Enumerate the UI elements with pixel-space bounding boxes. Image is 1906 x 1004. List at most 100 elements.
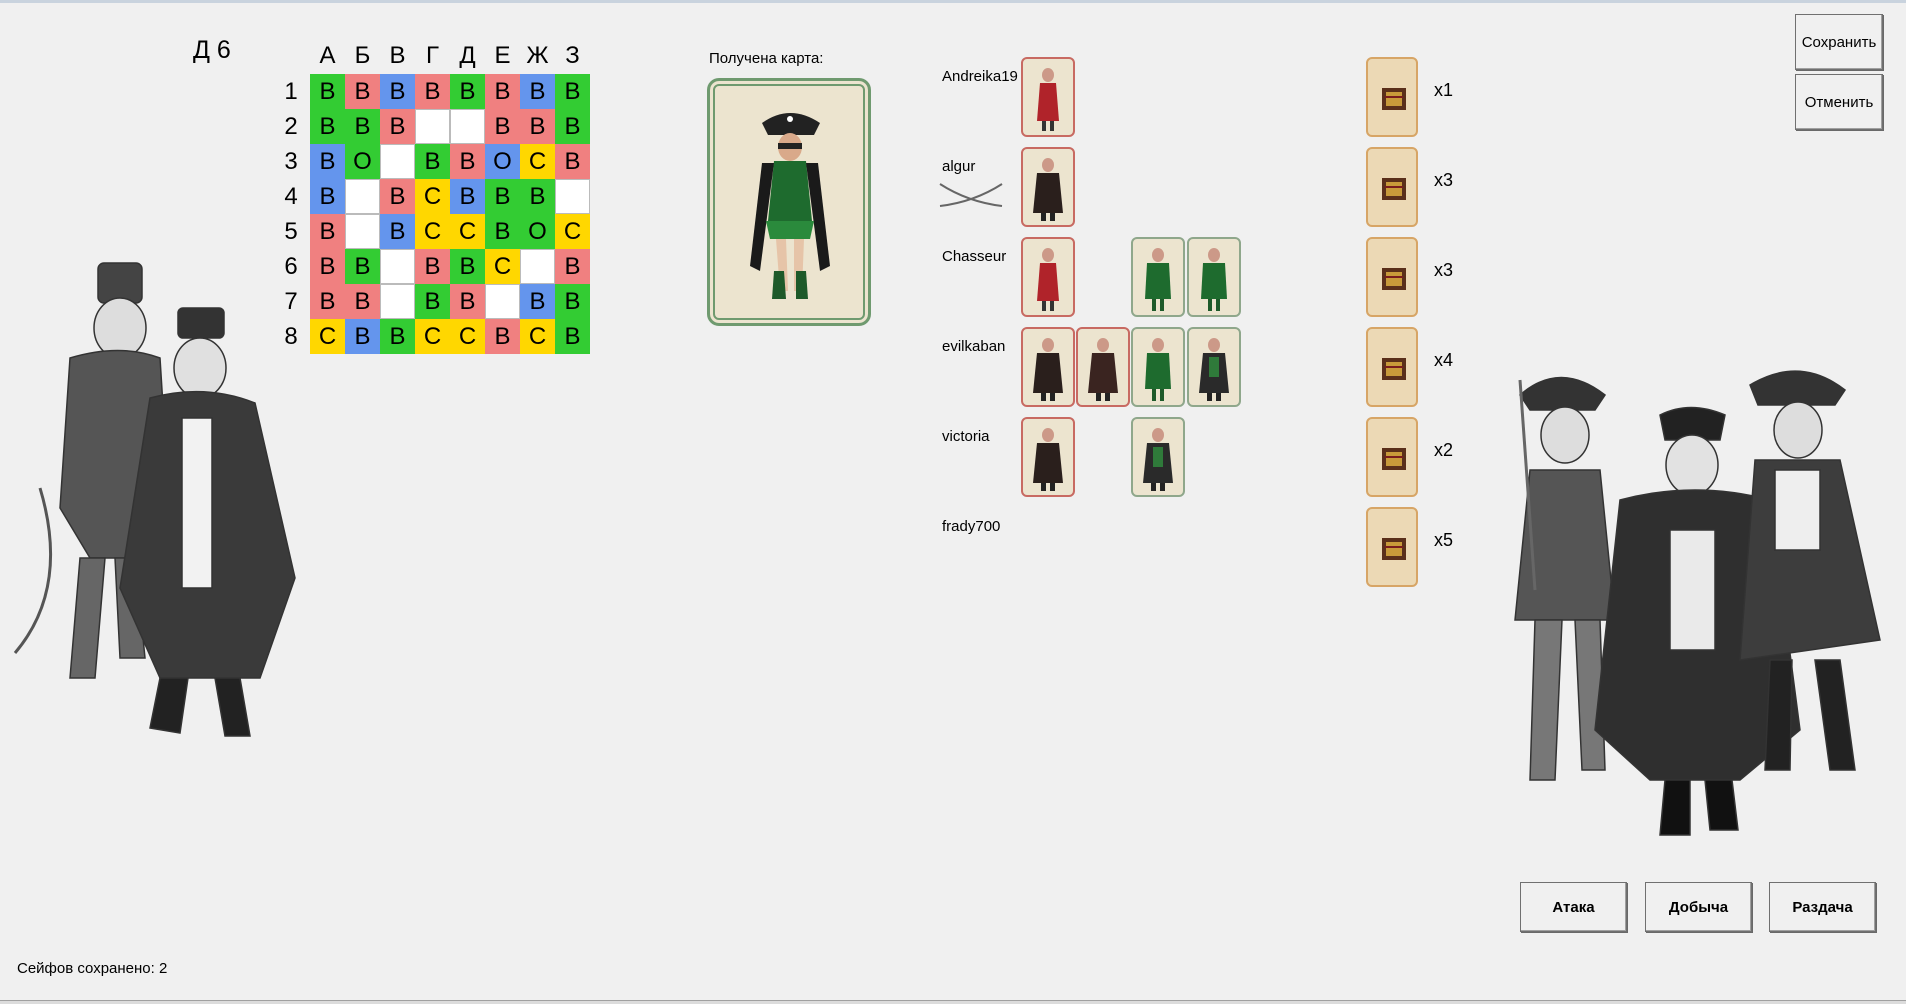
grid-cell[interactable]: С	[415, 179, 450, 214]
treasure-chest-card[interactable]	[1366, 147, 1418, 227]
grid-column-header: Д	[459, 42, 476, 69]
grid-cell[interactable]: С	[415, 214, 450, 249]
grid-cell[interactable]: В	[485, 179, 520, 214]
grid-cell[interactable]: В	[310, 249, 345, 284]
officers-illustration	[13, 262, 296, 737]
grid-cell[interactable]: В	[415, 74, 450, 109]
grid-cell[interactable]: В	[310, 284, 345, 319]
grid-cell[interactable]: В	[520, 109, 555, 144]
grid-cell[interactable]: В	[555, 74, 590, 109]
treasure-chest-card[interactable]	[1366, 57, 1418, 137]
grid-cell[interactable]	[380, 144, 415, 179]
grid-cell[interactable]: С	[520, 144, 555, 179]
save-button[interactable]: Сохранить	[1795, 14, 1883, 70]
treasure-chest-icon	[1382, 178, 1406, 200]
grid-cell[interactable]: В	[450, 144, 485, 179]
treasure-chest-icon	[1382, 448, 1406, 470]
grid-cell[interactable]: В	[555, 284, 590, 319]
chest-count: x1	[1434, 80, 1454, 100]
grid-cell[interactable]: В	[415, 144, 450, 179]
green-woman-card[interactable]	[1187, 237, 1241, 317]
grid-cell[interactable]: В	[310, 214, 345, 249]
grid-cell[interactable]: С	[415, 319, 450, 354]
dark-pirate-card[interactable]	[1021, 327, 1075, 407]
grid-cell[interactable]: В	[345, 319, 380, 354]
grid-cell[interactable]: В	[345, 249, 380, 284]
grid-cell[interactable]: В	[310, 109, 345, 144]
red-woman-card[interactable]	[1021, 57, 1075, 137]
grid-cell[interactable]: С	[520, 319, 555, 354]
grid-column-header: Е	[494, 42, 511, 69]
grid-cell[interactable]: В	[450, 284, 485, 319]
grid-column-header: В	[389, 42, 406, 69]
grid-cell[interactable]: О	[520, 214, 555, 249]
grid-cell[interactable]: В	[345, 74, 380, 109]
grid-cell[interactable]: В	[345, 284, 380, 319]
grid-cell[interactable]: С	[555, 214, 590, 249]
grid-cell[interactable]: В	[380, 214, 415, 249]
grid-cell[interactable]: О	[345, 144, 380, 179]
grid-cell[interactable]: С	[310, 319, 345, 354]
grid-cell[interactable]: С	[450, 319, 485, 354]
grid-cell[interactable]: С	[450, 214, 485, 249]
grid-cell[interactable]: В	[485, 214, 520, 249]
deal-button[interactable]: Раздача	[1769, 882, 1876, 932]
selected-coordinate: Д 6	[193, 36, 231, 64]
green-pirate-card[interactable]	[1187, 327, 1241, 407]
grid-cell[interactable]	[450, 109, 485, 144]
grid-cells: ВВВВВВВВВВВВВВВОВВОСВВВСВВВВВССВОСВВВВСВ…	[310, 74, 590, 354]
treasure-chest-card[interactable]	[1366, 507, 1418, 587]
grid-cell[interactable]	[555, 179, 590, 214]
grid-cell[interactable]: В	[485, 74, 520, 109]
grid-cell[interactable]	[415, 109, 450, 144]
grid-cell[interactable]: В	[555, 144, 590, 179]
grid-cell[interactable]: В	[520, 74, 555, 109]
grid-cell[interactable]	[345, 179, 380, 214]
grid-cell[interactable]: В	[485, 319, 520, 354]
dark-pirate-card[interactable]	[1021, 147, 1075, 227]
grid-cell[interactable]: В	[380, 109, 415, 144]
chest-count: x3	[1434, 170, 1454, 190]
grid-cell[interactable]: О	[485, 144, 520, 179]
treasure-chest-card[interactable]	[1366, 327, 1418, 407]
attack-button[interactable]: Атака	[1520, 882, 1627, 932]
grid-cell[interactable]: В	[485, 109, 520, 144]
pirates-illustration	[1514, 370, 1881, 836]
grid-cell[interactable]: В	[380, 179, 415, 214]
grid-cell[interactable]: В	[415, 284, 450, 319]
dark-pirate-card[interactable]	[1076, 327, 1130, 407]
grid-cell[interactable]: В	[555, 109, 590, 144]
grid-cell[interactable]: В	[310, 179, 345, 214]
grid-cell[interactable]: В	[310, 144, 345, 179]
red-woman-card[interactable]	[1021, 237, 1075, 317]
grid-cell[interactable]	[380, 284, 415, 319]
grid-cell[interactable]: В	[380, 319, 415, 354]
grid-cell[interactable]	[485, 284, 520, 319]
green-pirate-card[interactable]	[1131, 417, 1185, 497]
grid-cell[interactable]: В	[555, 249, 590, 284]
grid-cell[interactable]: В	[555, 319, 590, 354]
grid-cell[interactable]	[380, 249, 415, 284]
grid-cell[interactable]: В	[520, 179, 555, 214]
treasure-chest-icon	[1382, 268, 1406, 290]
cancel-button[interactable]: Отменить	[1795, 74, 1883, 130]
grid-cell[interactable]	[345, 214, 380, 249]
grid-cell[interactable]: В	[380, 74, 415, 109]
treasure-chest-card[interactable]	[1366, 237, 1418, 317]
grid-row-header: 4	[284, 183, 298, 210]
loot-button[interactable]: Добыча	[1645, 882, 1752, 932]
grid-cell[interactable]: В	[450, 74, 485, 109]
green-woman-card[interactable]	[1131, 327, 1185, 407]
grid-cell[interactable]: В	[450, 249, 485, 284]
dark-pirate-card[interactable]	[1021, 417, 1075, 497]
grid-cell[interactable]: В	[520, 284, 555, 319]
green-woman-card[interactable]	[1131, 237, 1185, 317]
treasure-chest-card[interactable]	[1366, 417, 1418, 497]
grid-cell[interactable]: В	[415, 249, 450, 284]
grid-cell[interactable]: С	[485, 249, 520, 284]
player-name: frady700	[942, 518, 1001, 535]
grid-cell[interactable]: В	[450, 179, 485, 214]
grid-cell[interactable]: В	[310, 74, 345, 109]
grid-cell[interactable]: В	[345, 109, 380, 144]
grid-cell[interactable]	[520, 249, 555, 284]
